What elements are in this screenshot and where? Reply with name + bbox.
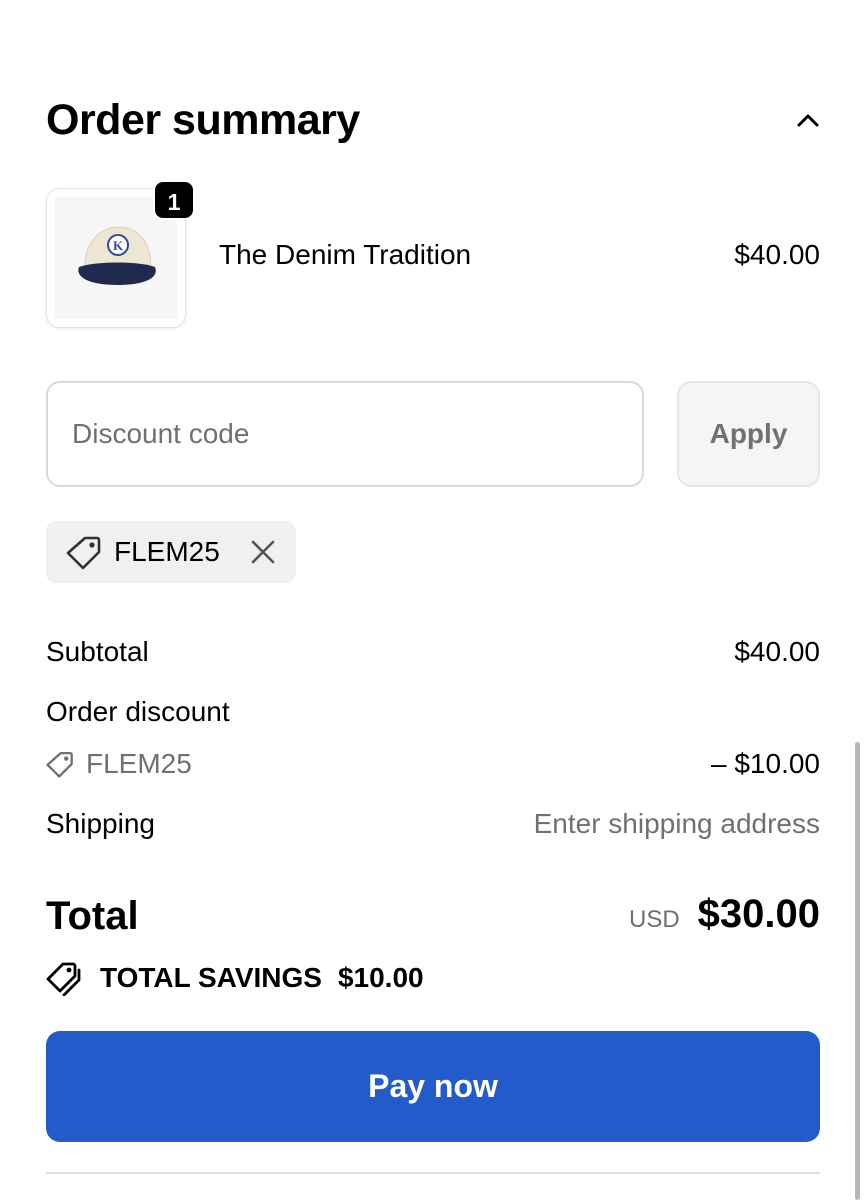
total-amount-group: USD $30.00 <box>629 890 820 938</box>
close-icon[interactable] <box>250 539 276 565</box>
order-discount-label: Order discount <box>46 696 230 727</box>
subtotal-row: Subtotal $40.00 <box>46 634 820 670</box>
total-savings-label: TOTAL SAVINGS <box>100 962 322 993</box>
tag-icon <box>66 536 101 570</box>
shipping-value: Enter shipping address <box>533 808 820 839</box>
shipping-label: Shipping <box>46 808 155 839</box>
currency-code: USD <box>628 906 680 933</box>
total-savings: TOTAL SAVINGS $10.00 <box>46 958 424 998</box>
order-discount-row: Order discount <box>46 694 820 730</box>
order-discount-code-row: FLEM25 – $10.00 <box>46 746 820 782</box>
total-amount: $30.00 <box>697 892 820 936</box>
svg-text:K: K <box>113 238 124 253</box>
product-name: The Denim Tradition <box>219 239 472 270</box>
product-price: $40.00 <box>734 239 820 270</box>
order-summary-header[interactable]: Order summary <box>46 92 822 148</box>
total-savings-amount: $10.00 <box>337 962 424 993</box>
total-row: Total USD $30.00 <box>46 890 820 942</box>
apply-button[interactable]: Apply <box>677 381 820 487</box>
quantity-badge: 1 <box>153 180 195 220</box>
page-title: Order summary <box>46 96 360 144</box>
chevron-up-icon <box>797 114 819 127</box>
order-discount-value: – $10.00 <box>711 748 820 779</box>
discount-code-input[interactable] <box>46 381 644 487</box>
subtotal-value: $40.00 <box>734 636 820 667</box>
order-discount-code: FLEM25 <box>46 746 192 782</box>
tags-icon <box>46 962 81 996</box>
subtotal-label: Subtotal <box>46 636 149 667</box>
applied-discount-code: FLEM25 <box>114 536 220 567</box>
line-item: K 1 The Denim Tradition $40.00 <box>46 180 820 328</box>
order-discount-code-text: FLEM25 <box>86 748 192 779</box>
total-label: Total <box>46 894 139 938</box>
scrollbar[interactable] <box>855 742 860 1200</box>
order-summary-page: Order summary K 1 The Denim Tradition $4… <box>0 0 866 1200</box>
pay-now-button[interactable]: Pay now <box>46 1031 820 1142</box>
discount-form: Apply <box>46 381 820 489</box>
shipping-row: Shipping Enter shipping address <box>46 806 820 842</box>
divider <box>46 1172 820 1174</box>
tag-icon <box>46 751 73 778</box>
applied-discount-chip: FLEM25 <box>46 521 296 583</box>
collapse-toggle-button[interactable] <box>794 106 822 134</box>
